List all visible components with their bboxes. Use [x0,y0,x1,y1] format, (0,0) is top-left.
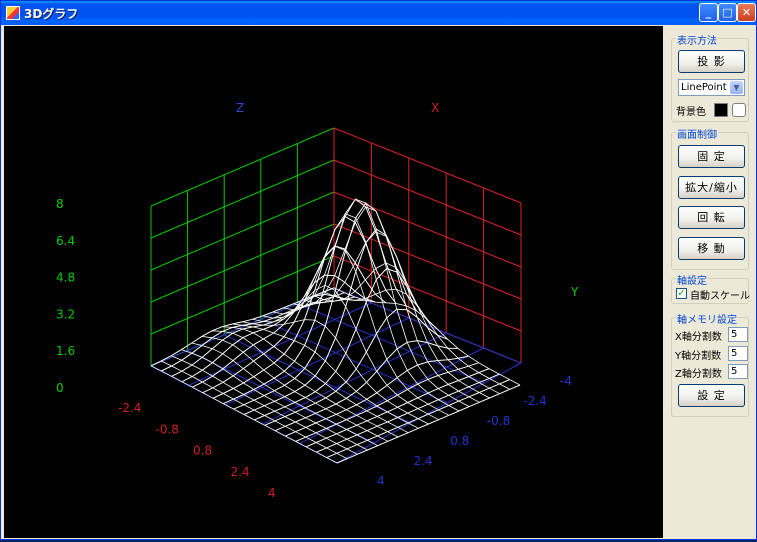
z-div-label: Z軸分割数 [675,369,722,380]
projection-button[interactable]: 投 影 [678,50,745,73]
floor-gridline [336,362,522,464]
z-div-input[interactable]: 5 [728,364,748,379]
rotate-button[interactable]: 回 転 [678,206,745,229]
right-wall-gridline [333,191,522,268]
axis-settings-group: 軸設定 ✓ 自動スケール [671,272,750,304]
surface-line [313,262,500,395]
y-div-input[interactable]: 5 [728,346,748,361]
left-wall-gridline [150,223,335,303]
bgcolor-label: 背景色 [676,107,706,118]
x-axis-title: X [431,101,439,115]
control-panel: 表示方法 投 影 LinePoint ▼ 背景色 画面制御 固 定 拡大/縮小 … [665,26,755,538]
surface-line [171,296,355,377]
axis-memo-group-label: 軸メモリ設定 [676,311,738,326]
chevron-down-icon[interactable]: ▼ [730,81,743,94]
surface-line [161,292,345,372]
bgcolor-white-swatch[interactable] [732,103,746,117]
move-button[interactable]: 移 動 [678,237,745,260]
bgcolor-black-swatch[interactable] [714,103,728,117]
z-tick-label: 3.2 [56,307,75,321]
y-axis-title: Y [570,285,579,299]
z-tick-label: 0 [56,381,64,395]
right-wall-gridline [333,159,522,236]
left-wall-gridline [150,191,335,271]
apply-button[interactable]: 設 定 [678,384,745,407]
x-tick-label: -2.4 [118,401,141,415]
auto-scale-label: 自動スケール [690,291,750,302]
y-tick-label: 4 [377,474,385,488]
window-title: 3Dグラフ [24,7,79,21]
surface-line [316,373,500,453]
graph-svg: Z X Y 86.44.83.21.60 -2.4-0.80.82.44 -4-… [56,101,579,500]
x-tick-label: -0.8 [156,422,179,436]
surface-line [333,287,521,386]
z-tick-label: 4.8 [56,271,75,285]
surface-line [211,330,399,438]
minimize-button[interactable]: _ [699,3,718,22]
maximize-button[interactable]: □ [718,3,737,22]
left-wall-gridline [150,159,335,239]
z-tick-label: 1.6 [56,344,75,358]
surface-line [223,198,407,405]
axis-settings-group-label: 軸設定 [676,272,708,287]
right-wall-gridline [333,127,522,204]
z-tick-label: 6.4 [56,234,75,248]
screen-control-group-label: 画面制御 [676,126,718,141]
left-wall-gridline [150,127,335,207]
floor-gridline [260,318,448,404]
surface-line [274,340,459,432]
surface-line [326,379,510,459]
display-mode-value: LinePoint [681,82,727,93]
z-tick-label: 8 [56,197,64,211]
x-tick-label: 0.8 [193,444,212,458]
fix-button[interactable]: 固 定 [678,145,745,168]
auto-scale-checkbox[interactable]: ✓ [676,288,687,299]
floor-gridline [150,287,335,367]
title-bar[interactable]: 3Dグラフ _ □ ✕ [1,1,756,25]
main-window: 3Dグラフ _ □ ✕ Z X Y 8 6.4 4.8 3.2 1.6 0 -2.4 -0.… [0,0,757,540]
surface-line [232,323,419,429]
y-tick-label: -2.4 [523,394,546,408]
y-tick-label: -4 [560,374,572,388]
screen-control-group: 画面制御 固 定 拡大/縮小 回 転 移 動 [671,126,749,270]
display-mode-select[interactable]: LinePoint ▼ [678,79,745,96]
app-icon[interactable] [6,6,20,20]
x-tick-label: 2.4 [231,465,250,479]
surface-line [285,355,469,437]
z-axis-title: Z [236,101,244,115]
y-tick-label: 2.4 [414,454,433,468]
zoom-button[interactable]: 拡大/縮小 [678,176,745,199]
x-div-label: X軸分割数 [675,332,722,343]
x-div-input[interactable]: 5 [728,327,748,342]
display-group-label: 表示方法 [676,32,718,47]
close-button[interactable]: ✕ [737,3,756,22]
y-div-label: Y軸分割数 [675,351,722,362]
y-tick-label: 0.8 [450,434,469,448]
display-group: 表示方法 投 影 LinePoint ▼ 背景色 [671,32,749,122]
y-tick-label: -0.8 [487,414,510,428]
axis-memo-group: 軸メモリ設定 X軸分割数 5 Y軸分割数 5 Z軸分割数 5 設 定 [671,311,749,417]
floor-gridline [297,303,485,384]
graph-canvas[interactable]: Z X Y 8 6.4 4.8 3.2 1.6 0 -2.4 -0.8 0.8 2.4 4 -4-… [4,26,663,538]
x-tick-label: 4 [268,486,276,500]
